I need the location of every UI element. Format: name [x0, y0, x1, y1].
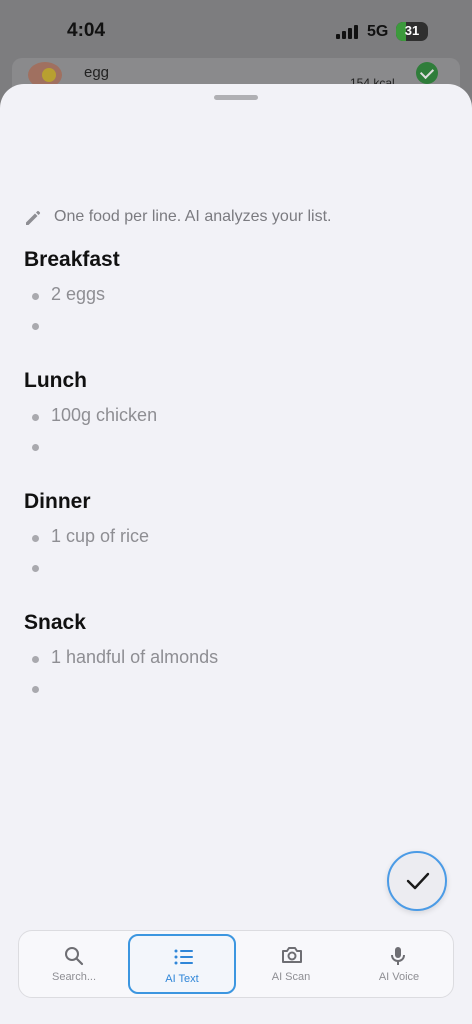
- list-item[interactable]: 1 handful of almonds: [24, 644, 444, 674]
- confirm-button[interactable]: [387, 851, 447, 911]
- list-item[interactable]: [24, 432, 444, 462]
- microphone-icon: [391, 947, 405, 965]
- tab-search[interactable]: Search...: [20, 934, 128, 994]
- search-icon: [65, 947, 84, 966]
- list-item-text[interactable]: 2 eggs: [51, 284, 105, 305]
- section-title: Lunch: [24, 369, 87, 392]
- tab-label: AI Scan: [271, 971, 311, 983]
- battery-percent: 31: [404, 23, 420, 38]
- status-time: 4:04: [67, 20, 106, 41]
- list-item-text[interactable]: 100g chicken: [51, 405, 157, 426]
- list-item[interactable]: 2 eggs: [24, 281, 444, 311]
- section-title: Dinner: [24, 490, 91, 513]
- tab-ai-voice[interactable]: AI Voice: [345, 934, 453, 994]
- tab-label: AI Text: [165, 973, 199, 985]
- checkmark-icon: [416, 62, 438, 84]
- list-item[interactable]: 1 cup of rice: [24, 523, 444, 553]
- section-lunch: Lunch 100g chicken: [24, 367, 444, 462]
- section-title: Snack: [24, 611, 86, 634]
- checkmark-icon: [406, 872, 430, 890]
- section-title: Breakfast: [24, 248, 120, 271]
- bullet-dot: [32, 293, 39, 300]
- list-item[interactable]: [24, 553, 444, 583]
- cellular-signal-icon: [336, 25, 358, 39]
- bullet-dot: [32, 444, 39, 451]
- network-type: 5G: [367, 23, 389, 40]
- camera-icon: [282, 947, 302, 963]
- tab-label: Search...: [51, 971, 97, 983]
- list-item-text[interactable]: 1 handful of almonds: [51, 647, 218, 668]
- status-bar: 4:04 5G 31: [0, 0, 472, 62]
- list-icon: [174, 949, 193, 965]
- tab-ai-text[interactable]: AI Text: [128, 934, 236, 994]
- list-item[interactable]: 100g chicken: [24, 402, 444, 432]
- battery-icon: 31: [396, 22, 428, 41]
- bullet-dot: [32, 414, 39, 421]
- list-item-text[interactable]: 1 cup of rice: [51, 526, 149, 547]
- background-food-label: egg: [84, 64, 110, 81]
- bullet-dot: [32, 686, 39, 693]
- tab-ai-scan[interactable]: AI Scan: [237, 934, 345, 994]
- list-item[interactable]: [24, 674, 444, 704]
- bullet-dot: [32, 656, 39, 663]
- tab-label: AI Voice: [378, 971, 420, 983]
- section-breakfast: Breakfast 2 eggs: [24, 246, 444, 341]
- bottom-tab-bar: Search... AI Text AI Scan AI Voice: [18, 930, 454, 998]
- pencil-icon: [26, 210, 41, 225]
- section-snack: Snack 1 handful of almonds: [24, 609, 444, 704]
- hint-text: One food per line. AI analyzes your list…: [54, 208, 332, 225]
- bullet-dot: [32, 565, 39, 572]
- sheet-grabber[interactable]: [214, 95, 258, 100]
- list-item[interactable]: [24, 311, 444, 341]
- section-dinner: Dinner 1 cup of rice: [24, 488, 444, 583]
- bullet-dot: [32, 323, 39, 330]
- bullet-dot: [32, 535, 39, 542]
